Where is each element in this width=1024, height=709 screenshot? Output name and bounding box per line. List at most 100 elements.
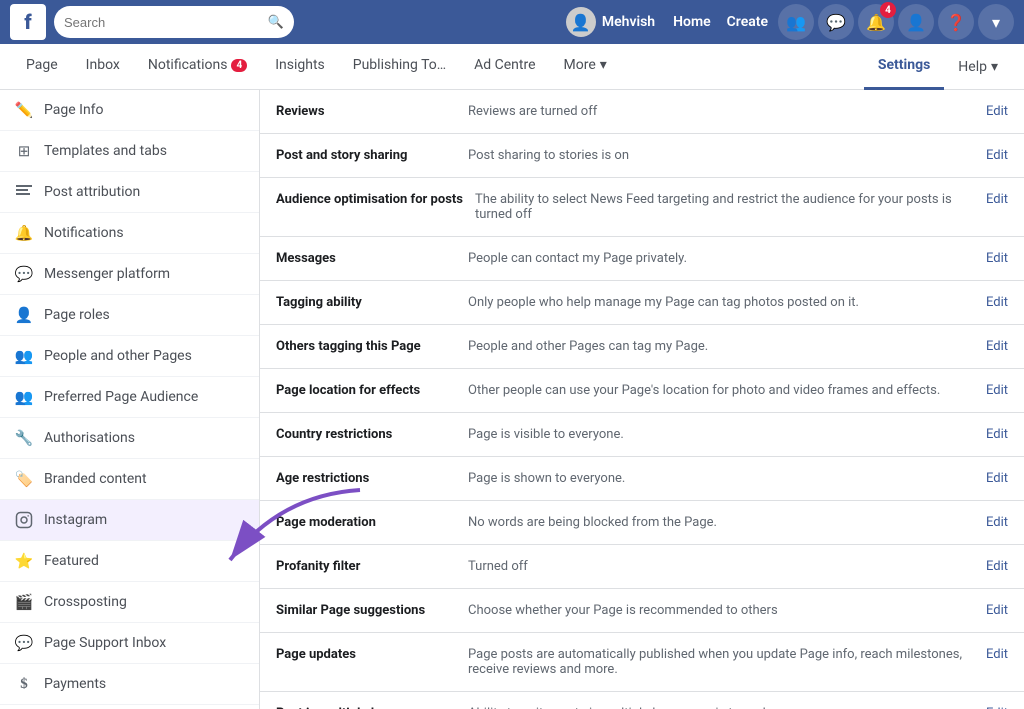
sidebar-item-featured[interactable]: ⭐ Featured [0, 541, 259, 582]
settings-label: Others tagging this Page [276, 339, 456, 354]
settings-row: Age restrictions Page is shown to everyo… [260, 457, 1024, 501]
sidebar-label: Instagram [44, 512, 107, 528]
settings-label: Age restrictions [276, 471, 456, 486]
sidebar-item-branded-content[interactable]: 🏷️ Branded content [0, 459, 259, 500]
instagram-icon [14, 510, 34, 530]
sidebar-item-page-info[interactable]: ✏️ Page Info [0, 90, 259, 131]
settings-row: Post and story sharing Post sharing to s… [260, 134, 1024, 178]
main-layout: ✏️ Page Info ⊞ Templates and tabs Post a… [0, 90, 1024, 709]
sidebar-label: Page roles [44, 307, 110, 323]
bell-icon-btn[interactable]: 🔔 4 [858, 4, 894, 40]
nav-insights[interactable]: Insights [261, 44, 339, 90]
page-support-icon: 💬 [14, 633, 34, 653]
home-nav-btn[interactable]: Home [667, 14, 717, 30]
settings-edit-btn[interactable]: Edit [986, 427, 1008, 442]
facebook-logo: f [10, 4, 46, 40]
settings-edit-btn[interactable]: Edit [986, 647, 1008, 662]
chevron-down-icon: ▾ [992, 13, 1000, 32]
settings-label: Messages [276, 251, 456, 266]
nav-inbox[interactable]: Inbox [72, 44, 134, 90]
settings-row: Messages People can contact my Page priv… [260, 237, 1024, 281]
sidebar-item-crossposting[interactable]: 🎬 Crossposting [0, 582, 259, 623]
messenger-icon: 💬 [826, 13, 846, 32]
settings-label: Page moderation [276, 515, 456, 530]
settings-row: Post in multiple languages Ability to wr… [260, 692, 1024, 709]
settings-edit-btn[interactable]: Edit [986, 295, 1008, 310]
search-icon: 🔍 [268, 15, 284, 30]
search-input[interactable] [64, 15, 262, 30]
messenger-icon-btn[interactable]: 💬 [818, 4, 854, 40]
more-nav-btn[interactable]: ▾ [978, 4, 1014, 40]
settings-row: Page moderation No words are being block… [260, 501, 1024, 545]
sidebar-label: Messenger platform [44, 266, 170, 282]
help-tab[interactable]: Help ▾ [944, 44, 1012, 90]
sidebar-item-messenger[interactable]: 💬 Messenger platform [0, 254, 259, 295]
settings-value: The ability to select News Feed targetin… [475, 192, 974, 222]
sidebar-item-instagram[interactable]: Instagram [0, 500, 259, 541]
sidebar-item-authorisations[interactable]: 🔧 Authorisations [0, 418, 259, 459]
friends-icon-btn[interactable]: 👥 [778, 4, 814, 40]
sidebar-item-people-pages[interactable]: 👥 People and other Pages [0, 336, 259, 377]
sidebar-label: Authorisations [44, 430, 135, 446]
sidebar-label: Crossposting [44, 594, 127, 610]
settings-value: People and other Pages can tag my Page. [468, 339, 974, 354]
sidebar-label: Post attribution [44, 184, 140, 200]
bell-badge: 4 [880, 2, 896, 18]
pencil-icon: ✏️ [14, 100, 34, 120]
search-bar[interactable]: 🔍 [54, 6, 294, 38]
settings-edit-btn[interactable]: Edit [986, 559, 1008, 574]
settings-edit-btn[interactable]: Edit [986, 148, 1008, 163]
settings-content: Reviews Reviews are turned off Edit Post… [260, 90, 1024, 709]
settings-edit-btn[interactable]: Edit [986, 192, 1008, 207]
settings-label: Profanity filter [276, 559, 456, 574]
sidebar-item-notifications[interactable]: 🔔 Notifications [0, 213, 259, 254]
nav-ad-centre[interactable]: Ad Centre [460, 44, 549, 90]
user-info: 👤 Mehvish [566, 7, 655, 37]
help-icon-btn[interactable]: ❓ [938, 4, 974, 40]
settings-label: Page updates [276, 647, 456, 662]
sidebar-item-post-attribution[interactable]: Post attribution [0, 172, 259, 213]
settings-edit-btn[interactable]: Edit [986, 515, 1008, 530]
settings-value: Post sharing to stories is on [468, 148, 974, 163]
settings-edit-btn[interactable]: Edit [986, 471, 1008, 486]
groups-icon-btn[interactable]: 👤 [898, 4, 934, 40]
settings-value: People can contact my Page privately. [468, 251, 974, 266]
nav-publishing[interactable]: Publishing To… [339, 44, 460, 90]
help-icon: ❓ [946, 13, 966, 32]
messenger-platform-icon: 💬 [14, 264, 34, 284]
settings-label: Post and story sharing [276, 148, 456, 163]
nav-notifications[interactable]: Notifications 4 [134, 44, 261, 90]
settings-row: Audience optimisation for posts The abil… [260, 178, 1024, 237]
nav-page[interactable]: Page [12, 44, 72, 90]
settings-value: Page is visible to everyone. [468, 427, 974, 442]
settings-edit-btn[interactable]: Edit [986, 383, 1008, 398]
sidebar-item-templates[interactable]: ⊞ Templates and tabs [0, 131, 259, 172]
settings-label: Country restrictions [276, 427, 456, 442]
featured-icon: ⭐ [14, 551, 34, 571]
create-nav-btn[interactable]: Create [721, 14, 774, 30]
settings-label: Page location for effects [276, 383, 456, 398]
sidebar-item-payments[interactable]: $ Payments [0, 664, 259, 705]
sidebar-label: Notifications [44, 225, 124, 241]
settings-row: Profanity filter Turned off Edit [260, 545, 1024, 589]
user-name: Mehvish [602, 14, 655, 30]
avatar: 👤 [566, 7, 596, 37]
settings-edit-btn[interactable]: Edit [986, 251, 1008, 266]
settings-row: Reviews Reviews are turned off Edit [260, 90, 1024, 134]
settings-edit-btn[interactable]: Edit [986, 603, 1008, 618]
sidebar-item-preferred-audience[interactable]: 👥 Preferred Page Audience [0, 377, 259, 418]
sidebar-item-page-roles[interactable]: 👤 Page roles [0, 295, 259, 336]
sidebar-label: Featured [44, 553, 99, 569]
settings-row: Page updates Page posts are automaticall… [260, 633, 1024, 692]
settings-edit-btn[interactable]: Edit [986, 339, 1008, 354]
settings-row: Tagging ability Only people who help man… [260, 281, 1024, 325]
settings-row: Page location for effects Other people c… [260, 369, 1024, 413]
nav-more[interactable]: More ▾ [550, 44, 621, 90]
sidebar-label: Page Info [44, 102, 104, 118]
settings-edit-btn[interactable]: Edit [986, 104, 1008, 119]
sidebar-item-page-support[interactable]: 💬 Page Support Inbox [0, 623, 259, 664]
settings-table: Reviews Reviews are turned off Edit Post… [260, 90, 1024, 709]
top-navigation: f 🔍 👤 Mehvish Home Create 👥 💬 🔔 4 👤 ❓ ▾ [0, 0, 1024, 44]
settings-label: Audience optimisation for posts [276, 192, 463, 207]
settings-tab[interactable]: Settings [864, 44, 944, 90]
